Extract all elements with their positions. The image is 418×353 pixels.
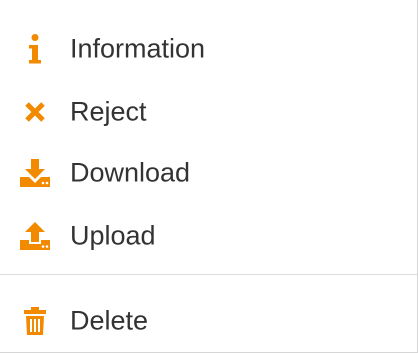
menu-item-delete[interactable]: Delete bbox=[0, 290, 417, 352]
upload-icon bbox=[18, 219, 52, 253]
trash-icon bbox=[18, 304, 52, 338]
menu-item-label: Upload bbox=[70, 220, 156, 251]
menu-item-label: Reject bbox=[70, 96, 147, 127]
info-icon bbox=[18, 32, 52, 66]
menu-item-label: Delete bbox=[70, 305, 149, 336]
download-icon bbox=[18, 156, 52, 190]
menu-item-label: Download bbox=[70, 157, 191, 188]
close-icon bbox=[18, 95, 52, 129]
menu-item-upload[interactable]: Upload bbox=[0, 205, 417, 267]
menu-item-download[interactable]: Download bbox=[0, 142, 417, 204]
menu-item-information[interactable]: Information bbox=[0, 18, 417, 80]
menu-item-label: Information bbox=[70, 33, 206, 64]
menu-item-reject[interactable]: Reject bbox=[0, 81, 417, 143]
context-menu: Information Reject Download Upload Delet… bbox=[0, 0, 418, 353]
menu-divider bbox=[0, 274, 417, 275]
